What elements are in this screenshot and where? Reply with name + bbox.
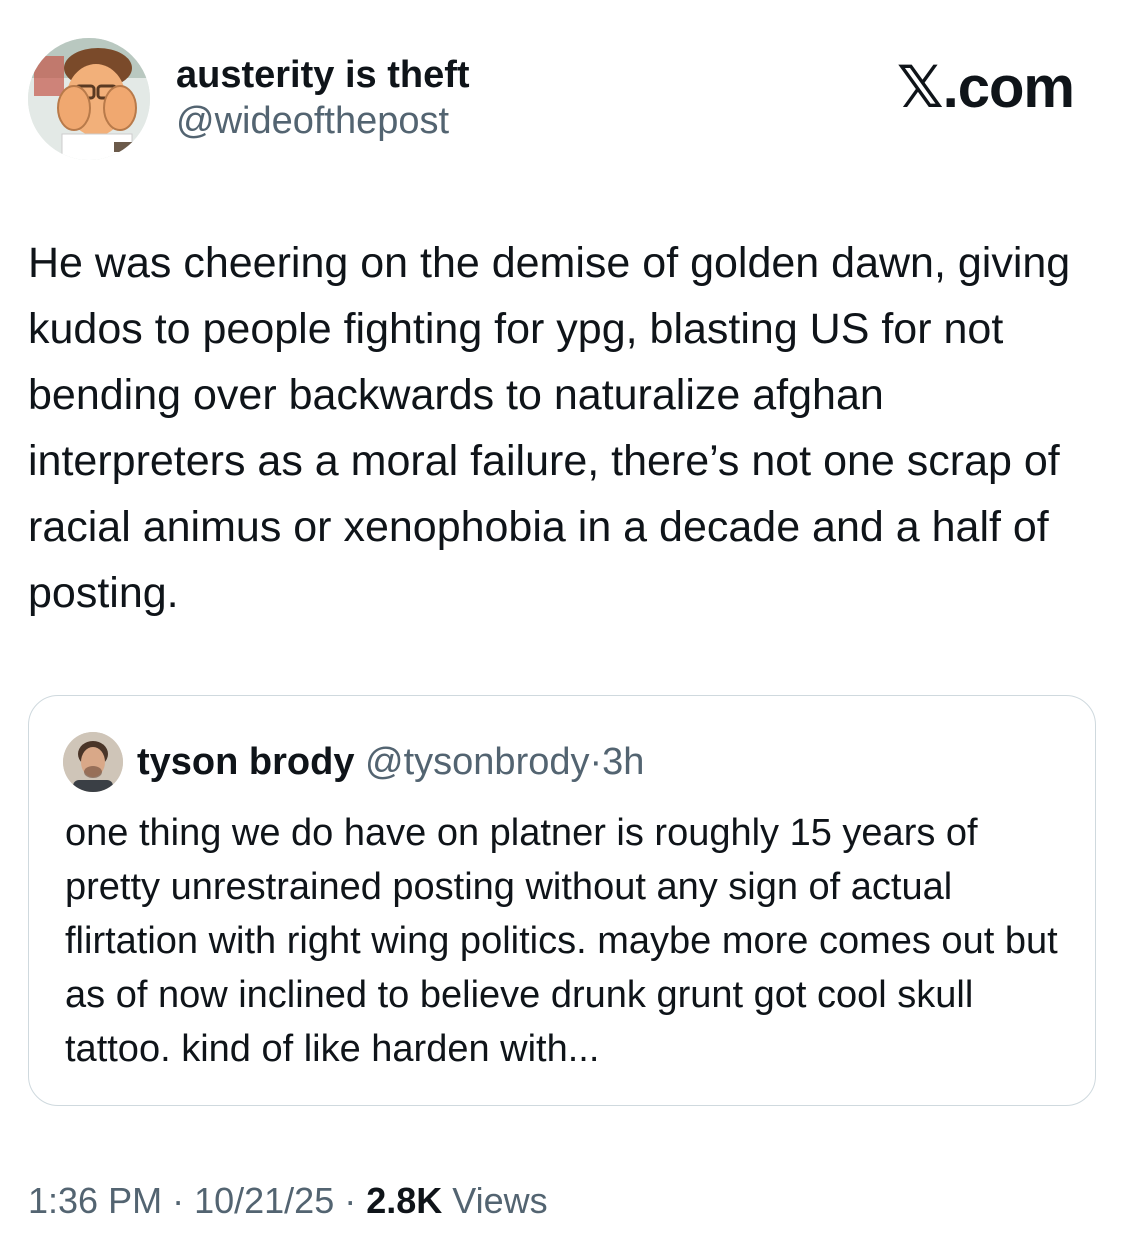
tweet-header: austerity is theft @wideofthepost 𝕏.com — [28, 38, 1098, 162]
quoted-tweet-card[interactable]: tyson brody @tysonbrody·3h one thing we … — [28, 695, 1096, 1106]
quoted-timestamp[interactable]: 3h — [602, 741, 644, 783]
views-label: Views — [442, 1180, 548, 1221]
quoted-author-avatar[interactable] — [63, 732, 123, 792]
cartoon-face-palm-avatar-icon — [28, 38, 150, 160]
author-handle[interactable]: @wideofthepost — [176, 98, 470, 144]
author-display-name[interactable]: austerity is theft — [176, 52, 470, 98]
views-count[interactable]: 2.8K — [366, 1180, 442, 1221]
x-logo: 𝕏.com — [896, 55, 1075, 120]
meta-separator: · — [334, 1180, 367, 1221]
quoted-tweet-text: one thing we do have on platner is rough… — [65, 812, 1058, 1070]
tweet-metadata: 1:36 PM · 10/21/25 · 2.8K Views — [28, 1176, 548, 1226]
quoted-author-handle[interactable]: @tysonbrody — [365, 741, 589, 783]
author-names: austerity is theft @wideofthepost — [176, 52, 470, 144]
tweet-text: He was cheering on the demise of golden … — [28, 239, 1071, 617]
quoted-tweet-header: tyson brody @tysonbrody·3h — [137, 738, 644, 786]
tweet-date[interactable]: 10/21/25 — [194, 1180, 334, 1221]
profile-photo-avatar-icon — [63, 732, 123, 792]
quoted-separator: · — [589, 741, 603, 783]
meta-separator: · — [162, 1180, 195, 1221]
author-avatar[interactable] — [28, 38, 150, 160]
quoted-author-name[interactable]: tyson brody — [137, 741, 354, 783]
tweet-time[interactable]: 1:36 PM — [28, 1180, 162, 1221]
